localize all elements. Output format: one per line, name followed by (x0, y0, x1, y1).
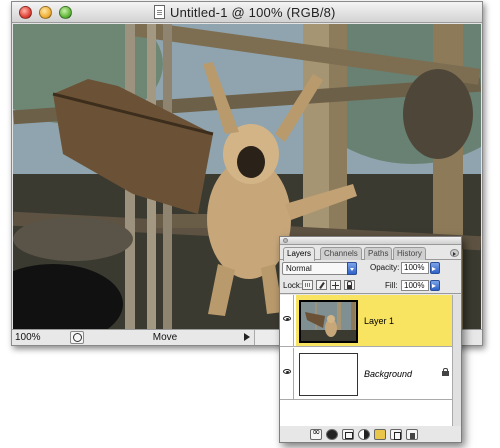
delete-layer-icon[interactable] (406, 429, 418, 440)
blend-mode-value: Normal (286, 264, 312, 273)
status-menu-arrow-icon[interactable] (244, 333, 250, 341)
lock-icon (442, 368, 449, 376)
layer-style-icon[interactable] (326, 429, 338, 440)
lock-all-icon[interactable] (344, 280, 355, 290)
layer-body[interactable]: Background (296, 348, 461, 399)
layer-list: Layer 1 Background (280, 295, 461, 427)
opacity-slider-arrow-icon[interactable] (430, 262, 440, 274)
new-layer-icon[interactable] (390, 429, 402, 440)
tab-history[interactable]: History (393, 247, 426, 260)
lock-fill-row: Lock: Fill: 100% (280, 280, 461, 294)
close-icon[interactable] (19, 6, 32, 19)
chevron-down-icon (347, 262, 357, 275)
window-title: Untitled-1 @ 100% (RGB/8) (170, 5, 336, 20)
document-icon (154, 5, 165, 19)
tab-layers[interactable]: Layers (283, 247, 316, 261)
new-group-icon[interactable] (374, 429, 386, 440)
layer-name[interactable]: Layer 1 (364, 316, 394, 326)
fill-field[interactable]: 100% (401, 280, 429, 291)
lock-label: Lock: (283, 281, 303, 290)
layer-name[interactable]: Background (364, 369, 412, 379)
lock-transparent-pixels-icon[interactable] (302, 280, 313, 290)
blend-opacity-row: Normal Opacity: 100% (280, 262, 461, 278)
zoom-level-field[interactable]: 100% (15, 331, 67, 344)
minimize-icon[interactable] (39, 6, 52, 19)
adjustment-layer-icon[interactable] (358, 429, 370, 440)
tab-channels[interactable]: Channels (320, 247, 362, 260)
layer-thumbnail (299, 300, 358, 343)
layer-row-layer-1[interactable]: Layer 1 (280, 295, 461, 347)
opacity-field[interactable]: 100% (401, 262, 429, 274)
add-mask-icon[interactable] (342, 429, 354, 440)
palette-bottom-bar (280, 426, 461, 442)
fill-slider-arrow-icon[interactable] (430, 280, 440, 291)
eye-icon (283, 369, 291, 374)
opacity-label: Opacity: (370, 263, 400, 272)
fill-label: Fill: (385, 281, 398, 290)
status-options-icon[interactable] (70, 331, 84, 344)
palette-close-icon[interactable] (283, 238, 288, 243)
layer-thumbnail (299, 353, 358, 396)
lock-position-icon[interactable] (330, 280, 341, 290)
layer-row-background[interactable]: Background (280, 348, 461, 400)
palette-tabs: Layers Channels Paths History (280, 246, 461, 261)
title-bar[interactable]: Untitled-1 @ 100% (RGB/8) (12, 2, 482, 23)
zoom-icon[interactable] (59, 6, 72, 19)
palette-menu-icon[interactable] (450, 249, 459, 257)
visibility-toggle[interactable] (280, 348, 294, 399)
eye-icon (283, 316, 291, 321)
link-layers-icon[interactable] (310, 427, 322, 440)
blend-mode-select[interactable]: Normal (282, 262, 357, 275)
layers-palette: Layers Channels Paths History Normal Opa… (279, 236, 462, 443)
layer-body[interactable]: Layer 1 (296, 295, 461, 346)
status-tool-label: Move (152, 332, 178, 343)
tab-paths[interactable]: Paths (364, 247, 393, 260)
layer-list-scrollbar[interactable] (452, 295, 461, 426)
palette-title-bar[interactable] (280, 237, 461, 245)
lock-image-pixels-icon[interactable] (316, 280, 327, 290)
visibility-toggle[interactable] (280, 295, 294, 346)
